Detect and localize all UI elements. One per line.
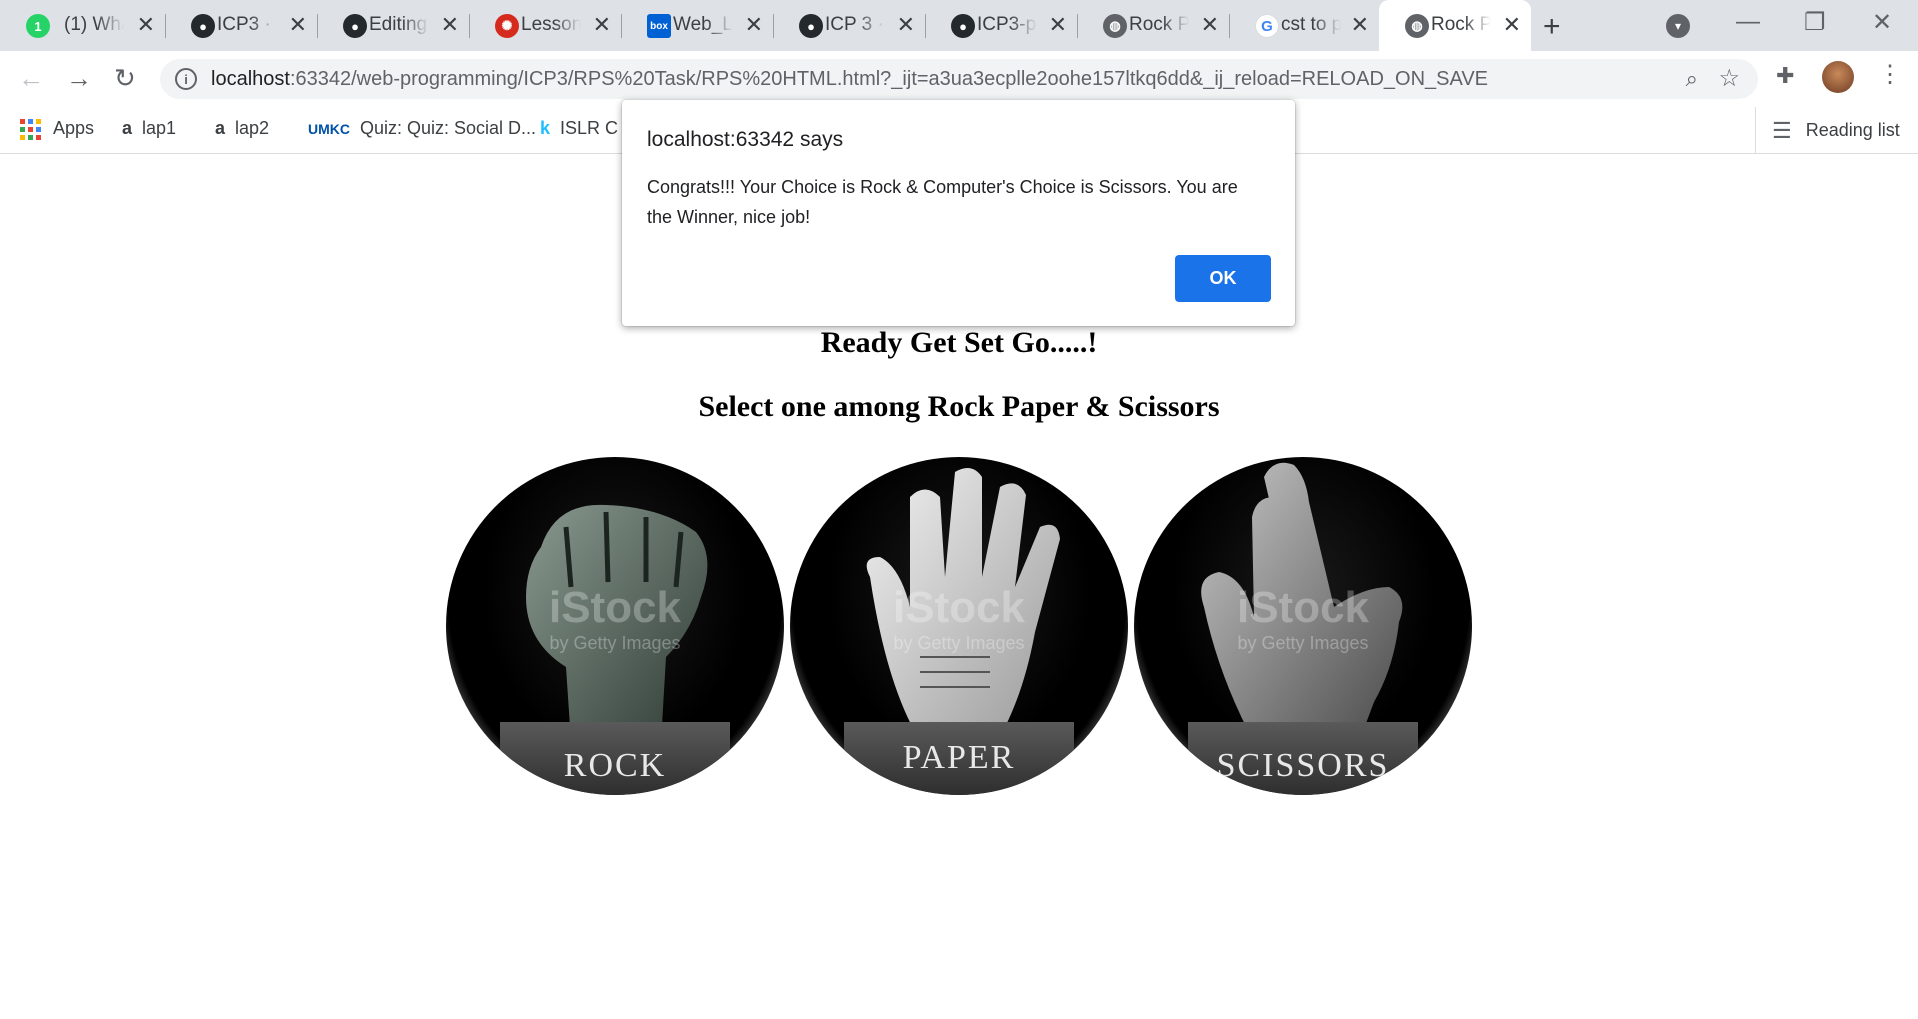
address-bar[interactable]: i localhost:63342/web-programming/ICP3/R… <box>160 59 1758 99</box>
scissors-label: SCISSORS <box>1216 747 1390 784</box>
dialog-title: localhost:63342 says <box>647 128 844 151</box>
tab-title: (1) WhatsApp <box>64 14 124 35</box>
close-icon[interactable]: ✕ <box>1201 13 1219 37</box>
watermark-sub: by Getty Images <box>1237 633 1369 653</box>
whatsapp-icon: 1 <box>26 14 50 38</box>
rock-label: ROCK <box>563 747 667 784</box>
tab-title: cst to p <box>1281 14 1341 35</box>
watermark-sub: by Getty Images <box>549 633 681 653</box>
url-text[interactable]: localhost:63342/web-programming/ICP3/RPS… <box>211 68 1488 91</box>
bookmark-label: Apps <box>53 118 95 138</box>
tab-title: Lesson <box>521 14 581 35</box>
scissors-choice[interactable]: iStock by Getty Images SCISSORS <box>1134 457 1472 795</box>
google-icon: G <box>1255 14 1279 38</box>
window-close-icon[interactable]: ✕ <box>1872 8 1892 37</box>
extensions-icon[interactable]: ✚ <box>1776 63 1794 89</box>
tab-icp3-p[interactable]: ● ICP3-p ✕ <box>925 0 1078 51</box>
choices-row: iStock by Getty Images ROCK iStock by Ge… <box>446 457 1472 797</box>
tab-title: ICP 3 · <box>825 14 884 35</box>
tab-lesson[interactable]: ✺ Lesson ✕ <box>469 0 622 51</box>
tab-title: Rock P <box>1431 14 1491 35</box>
bookmark-label: Quiz: Quiz: Social D... <box>360 118 537 138</box>
tab-title: Editing <box>369 14 428 35</box>
globe-icon: ◍ <box>1405 14 1429 38</box>
bookmark-label: lap1 <box>142 118 177 138</box>
ready-heading: Ready Get Set Go.....! <box>820 326 1098 359</box>
tab-rock-p-active[interactable]: ◍ Rock P ✕ <box>1379 0 1531 51</box>
tab-title: Web_L <box>673 14 733 35</box>
bookmark-apps[interactable]: Apps <box>20 118 94 140</box>
bookmark-lap2[interactable]: a lap2 <box>215 118 269 139</box>
amazon-icon: a <box>122 118 133 138</box>
reload-icon[interactable]: ↻ <box>114 63 136 93</box>
canvas-icon: ✺ <box>495 14 519 38</box>
amazon-icon: a <box>215 118 226 138</box>
avatar[interactable] <box>1822 61 1854 93</box>
close-icon[interactable]: ✕ <box>289 13 307 37</box>
tab-cst-to-p[interactable]: G cst to p ✕ <box>1229 0 1379 51</box>
tab-title: Rock P <box>1129 14 1189 35</box>
close-icon[interactable]: ✕ <box>137 13 155 37</box>
tab-icp3-a[interactable]: ● ICP3 · a ✕ <box>165 0 318 51</box>
github-icon: ● <box>799 14 823 38</box>
minimize-icon[interactable]: — <box>1736 8 1760 36</box>
url-path: :63342/web-programming/ICP3/RPS%20Task/R… <box>289 68 1489 90</box>
bookmark-lap1[interactable]: a lap1 <box>122 118 176 139</box>
github-icon: ● <box>191 14 215 38</box>
bookmark-star-icon[interactable]: ☆ <box>1718 64 1740 93</box>
bookmark-label: ISLR C <box>560 118 619 138</box>
ok-button[interactable]: OK <box>1175 255 1271 302</box>
reading-list-icon: ☰ <box>1772 117 1792 143</box>
select-heading: Select one among Rock Paper & Scissors <box>698 390 1220 423</box>
umkc-icon: UMKC <box>308 121 350 137</box>
forward-icon[interactable]: → <box>66 63 92 93</box>
close-icon[interactable]: ✕ <box>441 13 459 37</box>
kaggle-icon: k <box>540 118 551 138</box>
reading-list-label: Reading list <box>1805 120 1900 140</box>
zoom-icon[interactable]: ⌕ <box>1686 66 1698 92</box>
close-icon[interactable]: ✕ <box>593 13 611 37</box>
github-icon: ● <box>343 14 367 38</box>
close-icon[interactable]: ✕ <box>745 13 763 37</box>
close-icon[interactable]: ✕ <box>897 13 915 37</box>
paper-choice[interactable]: iStock by Getty Images PAPER <box>790 457 1128 795</box>
dialog-message: Congrats!!! Your Choice is Rock & Comput… <box>647 177 1238 227</box>
watermark: iStock <box>548 583 682 632</box>
watermark: iStock <box>892 583 1026 632</box>
tab-title: ICP3-p <box>977 14 1037 35</box>
url-host: localhost <box>211 68 290 90</box>
tab-title: ICP3 · a <box>217 14 277 35</box>
tab-web-l[interactable]: box Web_L ✕ <box>621 0 774 51</box>
tab-icp-3[interactable]: ● ICP 3 · ✕ <box>773 0 926 51</box>
tab-strip: 1 (1) WhatsApp ✕ ● ICP3 · a ✕ ● Editing … <box>0 0 1918 51</box>
watermark: iStock <box>1236 583 1370 632</box>
site-info-icon[interactable]: i <box>175 68 197 90</box>
globe-icon: ◍ <box>1103 14 1127 38</box>
new-tab-button[interactable]: + <box>1543 10 1561 44</box>
bookmark-quiz[interactable]: UMKC Quiz: Quiz: Social D... <box>308 118 536 139</box>
rock-choice[interactable]: iStock by Getty Images ROCK <box>446 457 784 795</box>
reading-list-button[interactable]: ☰ Reading list <box>1755 107 1900 154</box>
bookmark-label: lap2 <box>235 118 270 138</box>
bookmark-islr[interactable]: k ISLR C <box>540 118 618 139</box>
close-icon[interactable]: ✕ <box>1503 13 1521 37</box>
watermark-sub: by Getty Images <box>893 633 1025 653</box>
tab-whatsapp[interactable]: 1 (1) WhatsApp ✕ <box>0 0 166 51</box>
close-icon[interactable]: ✕ <box>1049 13 1067 37</box>
back-icon[interactable]: ← <box>18 63 44 93</box>
paper-label: PAPER <box>902 739 1016 776</box>
alert-dialog: localhost:63342 says Congrats!!! Your Ch… <box>622 100 1295 326</box>
close-icon[interactable]: ✕ <box>1351 13 1369 37</box>
browser-toolbar: ← → ↻ i localhost:63342/web-programming/… <box>0 51 1918 107</box>
box-icon: box <box>647 14 671 38</box>
github-icon: ● <box>951 14 975 38</box>
menu-icon[interactable]: ⋮ <box>1878 60 1902 89</box>
tab-editing[interactable]: ● Editing ✕ <box>317 0 470 51</box>
apps-grid-icon <box>20 118 41 140</box>
tab-search-icon[interactable]: ▾ <box>1666 14 1690 38</box>
tab-rock-p-1[interactable]: ◍ Rock P ✕ <box>1077 0 1230 51</box>
restore-icon[interactable]: ❐ <box>1804 8 1826 37</box>
